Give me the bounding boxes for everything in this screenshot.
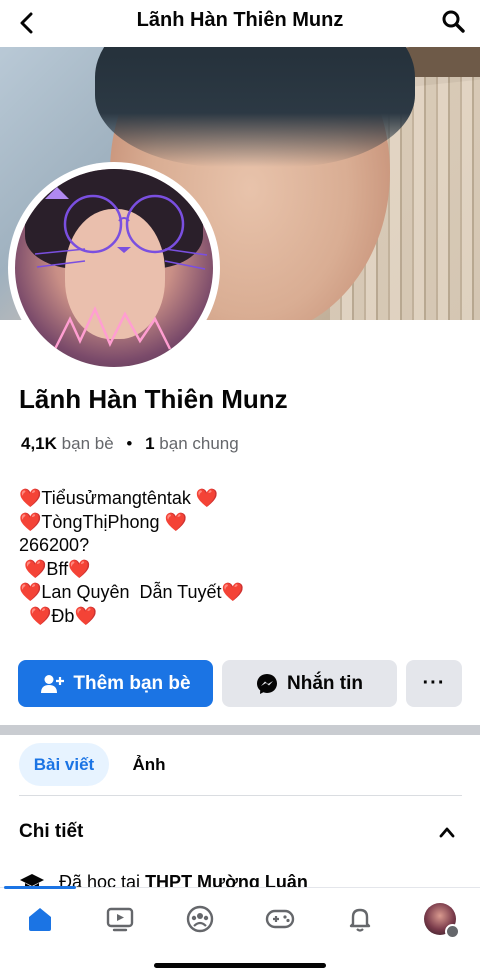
home-indicator	[154, 963, 326, 968]
search-icon	[442, 10, 465, 33]
nav-profile-menu[interactable]	[420, 902, 460, 939]
details-heading: Chi tiết	[19, 821, 84, 842]
bell-icon	[349, 908, 371, 932]
cat-filter-overlay	[34, 187, 208, 350]
bio-line: ❤️Bff❤️	[19, 558, 244, 582]
add-friend-icon	[41, 674, 65, 693]
tabs-divider	[19, 795, 462, 796]
more-options-button[interactable]: ···	[406, 660, 462, 707]
nav-gaming[interactable]	[260, 902, 300, 936]
bio-text: Tiểusửmangtêntak	[41, 488, 196, 508]
mutual-label: bạn chung	[159, 434, 239, 453]
nav-home[interactable]	[20, 902, 60, 936]
bio-text: Bff	[46, 558, 69, 579]
gaming-icon	[265, 909, 295, 929]
bio-text: Lan Quyên Dẫn Tuyết	[41, 582, 222, 603]
more-icon: ···	[422, 672, 446, 694]
message-button[interactable]: Nhắn tin	[222, 660, 397, 707]
heart-icon: ❤️	[19, 582, 42, 603]
chevron-up-icon	[439, 827, 455, 838]
bio-line: 266200?	[19, 534, 244, 558]
bio-text: TòngThịPhong	[41, 511, 165, 532]
section-divider	[0, 725, 480, 735]
friends-count: 4,1K	[21, 434, 57, 453]
mutual-count: 1	[145, 434, 155, 453]
add-friend-label: Thêm bạn bè	[73, 672, 191, 694]
heart-icon: ❤️	[164, 511, 187, 532]
friends-label: bạn bè	[61, 434, 114, 453]
heart-icon: ❤️	[19, 605, 52, 626]
bio-line: ❤️Lan Quyên Dẫn Tuyết❤️	[19, 581, 244, 605]
bio: ❤️Tiểusửmangtêntak ❤️ ❤️TòngThịPhong ❤️ …	[19, 487, 244, 629]
heart-icon: ❤️	[195, 488, 219, 508]
bio-text: 266200?	[19, 535, 90, 556]
top-bar: Lãnh Hàn Thiên Munz	[0, 0, 480, 46]
profile-picture[interactable]	[15, 169, 213, 367]
video-icon	[106, 907, 134, 932]
heart-icon: ❤️	[19, 558, 47, 579]
nav-groups[interactable]	[180, 902, 220, 936]
heart-icon: ❤️	[68, 558, 91, 579]
friends-summary[interactable]: 4,1K bạn bè • 1 bạn chung	[21, 434, 239, 454]
chevron-left-icon	[20, 12, 33, 34]
menu-icon	[445, 924, 460, 939]
profile-name: Lãnh Hàn Thiên Munz	[19, 384, 288, 414]
active-tab-indicator	[4, 886, 76, 889]
heart-icon: ❤️	[221, 582, 244, 603]
bio-text: Đb	[51, 605, 75, 626]
bio-line: ❤️Tiểusửmangtêntak ❤️	[19, 487, 244, 511]
heart-icon: ❤️	[74, 605, 97, 626]
details-toggle[interactable]	[436, 821, 458, 843]
messenger-icon	[257, 673, 277, 694]
bio-line: ❤️TòngThịPhong ❤️	[19, 511, 244, 535]
tab-posts[interactable]: Bài viết	[19, 743, 109, 786]
heart-icon: ❤️	[19, 511, 42, 532]
home-icon	[29, 908, 51, 931]
search-button[interactable]	[438, 6, 468, 36]
page-title: Lãnh Hàn Thiên Munz	[136, 9, 344, 31]
tab-photos[interactable]: Ảnh	[124, 743, 174, 786]
message-label: Nhắn tin	[287, 672, 363, 694]
bio-line: ❤️Đb❤️	[19, 605, 244, 629]
separator-dot: •	[126, 434, 133, 453]
cover-hair	[95, 47, 415, 167]
back-button[interactable]	[12, 8, 42, 38]
nav-video[interactable]	[100, 902, 140, 936]
add-friend-button[interactable]: Thêm bạn bè	[18, 660, 213, 707]
nav-notifications[interactable]	[340, 902, 380, 936]
heart-icon: ❤️	[19, 488, 42, 508]
groups-icon	[186, 905, 214, 933]
profile-avatar	[424, 903, 460, 939]
